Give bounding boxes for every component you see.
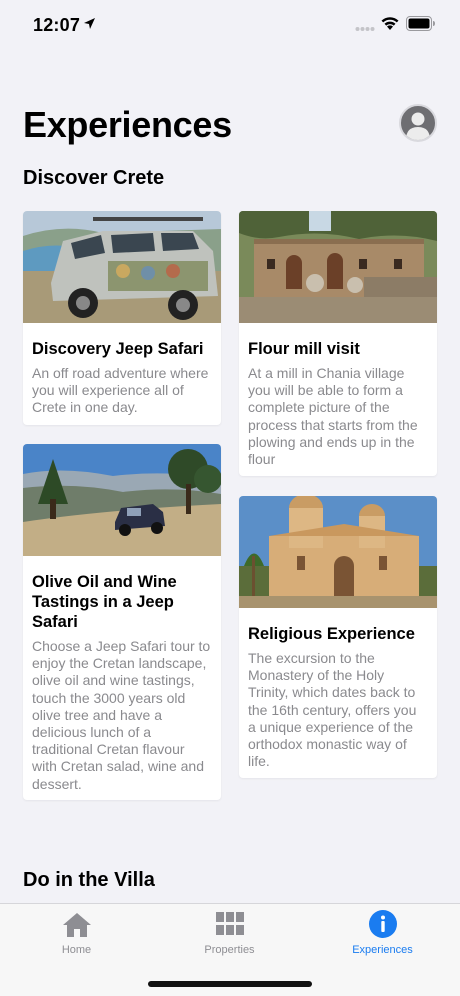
card-title: Discovery Jeep Safari (32, 340, 204, 358)
tab-label: Properties (204, 944, 255, 956)
tab-properties[interactable]: Properties (153, 904, 306, 964)
signal-dots-icon (355, 27, 375, 31)
card-description: At a mill in Chania village you will be … (248, 365, 418, 468)
grid-icon (215, 912, 244, 935)
card-description: Choose a Jeep Safari tour to enjoy the C… (32, 638, 211, 792)
card-title: Religious Experience (248, 625, 415, 643)
section-title-discover-crete: Discover Crete (23, 167, 165, 189)
tab-home[interactable]: Home (0, 904, 153, 964)
tab-experiences[interactable]: Experiences (306, 904, 459, 964)
home-indicator (148, 981, 312, 987)
home-icon (62, 913, 91, 937)
status-bar: 12:07 (0, 0, 460, 50)
olive-oil-jeep-image (23, 444, 221, 556)
info-icon (368, 910, 397, 938)
experience-card-olive-oil-wine[interactable]: Olive Oil and Wine Tastings in a Jeep Sa… (23, 444, 221, 800)
card-title: Flour mill visit (248, 340, 360, 358)
experience-card-flour-mill[interactable]: Flour mill visit At a mill in Chania vil… (239, 211, 437, 476)
tab-label: Experiences (352, 944, 413, 956)
location-arrow-icon (84, 18, 95, 29)
monastery-image (239, 496, 437, 608)
wifi-icon (381, 17, 399, 30)
experiences-screen: 12:07 Experiences Discover Crete Discove… (0, 0, 460, 996)
section-title-do-in-villa: Do in the Villa (23, 869, 155, 891)
jeep-safari-image (23, 211, 221, 323)
battery-icon (406, 16, 435, 31)
user-avatar-icon[interactable] (399, 104, 437, 142)
status-time: 12:07 (33, 15, 81, 35)
flour-mill-image (239, 211, 437, 323)
tab-label: Home (61, 944, 92, 956)
card-title: Olive Oil and Wine Tastings in a Jeep Sa… (32, 573, 177, 631)
card-description: An off road adventure where you will exp… (32, 365, 209, 416)
page-title: Experiences (23, 104, 232, 145)
experience-card-religious[interactable]: Religious Experience The excursion to th… (239, 496, 437, 778)
experience-card-jeep-safari[interactable]: Discovery Jeep Safari An off road advent… (23, 211, 221, 425)
card-description: The excursion to the Monastery of the Ho… (248, 650, 417, 770)
